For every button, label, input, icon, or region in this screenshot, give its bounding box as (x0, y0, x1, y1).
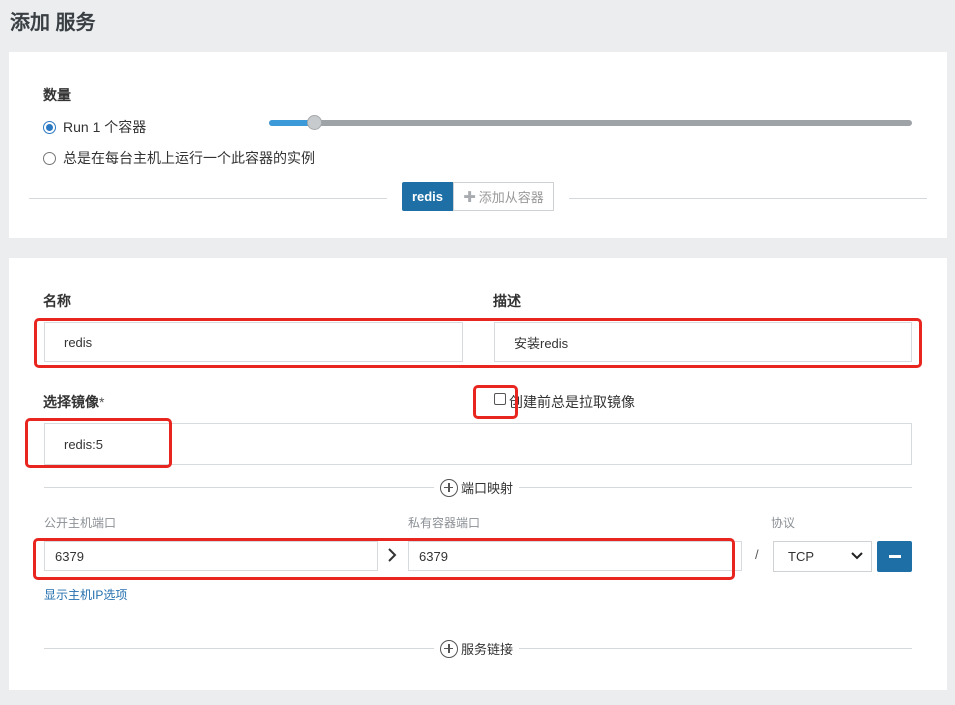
minus-icon (888, 555, 901, 558)
add-sidekick-label: 添加从容器 (478, 190, 544, 205)
description-input[interactable]: 安装redis (494, 322, 912, 362)
chevron-right-icon (387, 548, 397, 567)
remove-port-button[interactable] (877, 541, 912, 572)
divider (569, 198, 927, 199)
protocol-select[interactable]: TCP (773, 541, 872, 572)
chevron-down-icon (851, 552, 863, 560)
public-port-input[interactable]: 6379 (44, 541, 378, 571)
add-circle-icon (440, 639, 458, 658)
protocol-value: TCP (788, 549, 814, 564)
divider (29, 198, 387, 199)
run-count-option[interactable]: Run 1 个容器 (43, 117, 146, 137)
page-title: 添加 服务 (10, 12, 96, 34)
image-input[interactable]: redis:5 (44, 423, 912, 465)
run-count-label: Run 1 个容器 (63, 119, 147, 135)
name-input[interactable]: redis (44, 322, 463, 362)
image-label: 选择镜像 (43, 394, 99, 410)
private-port-label: 私有容器端口 (408, 516, 481, 530)
add-service-link-button[interactable]: 服务链接 (434, 639, 520, 658)
always-pull-checkbox[interactable] (494, 393, 506, 405)
port-separator: / (755, 547, 759, 562)
scale-label: 数量 (43, 87, 71, 103)
always-run-label: 总是在每台主机上运行一个此容器的实例 (63, 150, 315, 166)
add-port-mapping-button[interactable]: 端口映射 (434, 478, 520, 497)
name-label: 名称 (43, 293, 71, 309)
description-label: 描述 (493, 293, 521, 309)
port-mapping-label: 端口映射 (461, 481, 514, 496)
add-sidekick-button[interactable]: ✚ 添加从容器 (453, 182, 554, 211)
plus-icon: ✚ (463, 188, 476, 206)
run-count-radio[interactable] (43, 120, 56, 134)
always-run-option[interactable]: 总是在每台主机上运行一个此容器的实例 (43, 148, 315, 168)
service-form-card: 名称 描述 redis 安装redis 选择镜像* 创建前总是拉取镜像 redi… (9, 258, 947, 690)
always-run-radio[interactable] (43, 151, 56, 165)
scale-slider[interactable] (269, 115, 912, 130)
add-circle-icon (440, 478, 458, 497)
protocol-label: 协议 (771, 516, 796, 530)
required-mark: * (99, 394, 105, 410)
service-links-label: 服务链接 (461, 642, 514, 657)
private-port-input[interactable]: 6379 (408, 541, 742, 571)
scale-card: 数量 Run 1 个容器 总是在每台主机上运行一个此容器的实例 redis ✚ … (9, 52, 947, 238)
container-tab-redis[interactable]: redis (402, 182, 453, 211)
slider-thumb[interactable] (307, 115, 322, 130)
always-pull-label: 创建前总是拉取镜像 (509, 394, 635, 410)
show-host-ip-link[interactable]: 显示主机IP选项 (44, 586, 127, 603)
public-port-label: 公开主机端口 (44, 516, 117, 530)
image-label-wrap: 选择镜像* (43, 392, 104, 412)
